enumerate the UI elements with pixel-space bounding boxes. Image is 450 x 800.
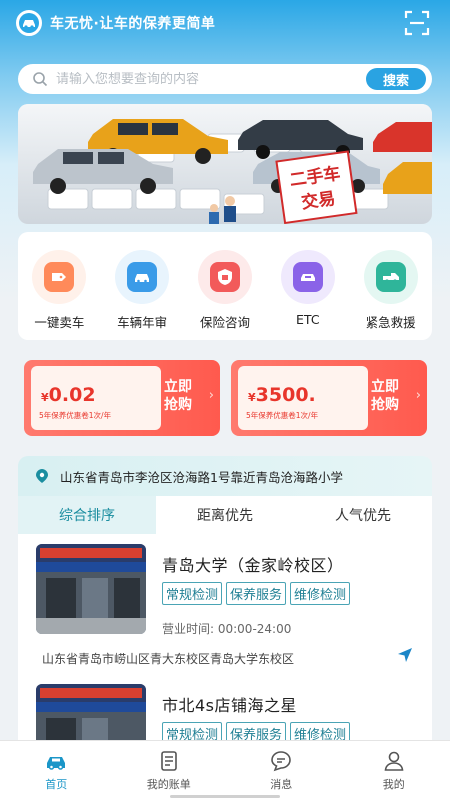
- nav-home[interactable]: 首页: [0, 741, 113, 800]
- service-etc[interactable]: ETC: [271, 250, 345, 340]
- coupon-desc: 5年保养优惠卷1次/年: [246, 411, 319, 420]
- service-insurance[interactable]: 保险咨询: [188, 250, 262, 340]
- shop-name: 市北4s店铺海之星: [162, 696, 298, 715]
- shop-hours: 营业时间: 00:00-24:00: [162, 622, 292, 636]
- service-label: 车辆年审: [117, 315, 168, 330]
- shop-tag: 保养服务: [226, 722, 287, 740]
- search-input[interactable]: [56, 71, 316, 87]
- service-label: 保险咨询: [199, 315, 250, 330]
- service-grid: 一键卖车 车辆年审 保险咨询 ETC 紧急救援: [18, 232, 432, 340]
- nav-label: 消息: [270, 778, 293, 791]
- service-rescue[interactable]: 紧急救援: [354, 250, 428, 340]
- shop-tag: 维修检测: [290, 722, 351, 740]
- service-car-inspection[interactable]: 车辆年审: [105, 250, 179, 340]
- coupon-desc: 5年保养优惠卷1次/年: [39, 411, 112, 420]
- shop-card[interactable]: 市北4s店铺海之星 常规检测 保养服务 维修检测: [18, 674, 432, 740]
- service-sell-car[interactable]: 一键卖车: [22, 250, 96, 340]
- shop-image: [36, 684, 146, 740]
- sort-tabs: 综合排序 距离优先 人气优先: [18, 496, 432, 534]
- search-icon: [33, 72, 48, 87]
- nav-label: 我的: [382, 778, 405, 791]
- car-logo-icon: [16, 10, 42, 36]
- tab-overall[interactable]: 综合排序: [18, 496, 156, 534]
- nav-label: 首页: [45, 778, 68, 791]
- scan-icon[interactable]: [404, 10, 430, 36]
- app-title: 车无忧·让车的保养更简单: [50, 16, 216, 32]
- location-bar[interactable]: 山东省青岛市李沧区沧海路1号靠近青岛沧海路小学: [18, 456, 432, 496]
- promo-banner[interactable]: 二手车 交易: [18, 104, 432, 224]
- coupon-card[interactable]: ¥0.02 5年保养优惠卷1次/年 立即抢购 ›: [24, 360, 220, 436]
- shop-tag: 常规检测: [162, 722, 223, 740]
- shop-tags: 常规检测 保养服务 维修检测: [162, 582, 351, 605]
- nav-messages[interactable]: 消息: [225, 741, 338, 800]
- tab-popularity[interactable]: 人气优先: [294, 496, 432, 534]
- home-icon: [47, 757, 66, 770]
- shop-tag: 常规检测: [162, 582, 223, 605]
- location-text: 山东省青岛市李沧区沧海路1号靠近青岛沧海路小学: [60, 469, 343, 485]
- home-indicator: [170, 795, 280, 798]
- shop-tags: 常规检测 保养服务 维修检测: [162, 722, 351, 740]
- nav-bills[interactable]: 我的账单: [113, 741, 226, 800]
- bottom-nav: 首页 我的账单 消息 我的: [0, 740, 450, 800]
- nav-profile[interactable]: 我的: [338, 741, 450, 800]
- nav-label: 我的账单: [146, 778, 191, 791]
- sell-car-icon: [32, 250, 87, 304]
- coupon-price: ¥3500.: [248, 384, 316, 406]
- location-pin-icon: [36, 469, 48, 483]
- navigate-icon[interactable]: [396, 646, 414, 664]
- coupon-buy-button[interactable]: 立即抢购: [164, 378, 204, 414]
- shop-tag: 维修检测: [290, 582, 351, 605]
- coupon-buy-button[interactable]: 立即抢购: [371, 378, 411, 414]
- app-header: 车无忧·让车的保养更简单: [0, 0, 450, 46]
- shop-tag: 保养服务: [226, 582, 287, 605]
- tab-distance[interactable]: 距离优先: [156, 496, 294, 534]
- bill-icon: [160, 751, 177, 771]
- shop-card[interactable]: 青岛大学（金家岭校区） 常规检测 保养服务 维修检测 营业时间: 00:00-2…: [18, 534, 432, 674]
- service-label: ETC: [296, 312, 320, 327]
- service-label: 紧急救援: [365, 315, 416, 330]
- chevron-right-icon: ›: [415, 388, 421, 403]
- message-icon: [271, 751, 292, 772]
- shop-address: 山东省青岛市崂山区青大东校区青岛大学东校区: [42, 652, 295, 666]
- shop-name: 青岛大学（金家岭校区）: [162, 556, 344, 575]
- car-inspection-icon: [115, 250, 170, 304]
- coupon-body: ¥0.02 5年保养优惠卷1次/年: [31, 366, 161, 430]
- service-label: 一键卖车: [34, 315, 85, 330]
- coupon-card[interactable]: ¥3500. 5年保养优惠卷1次/年 立即抢购 ›: [231, 360, 427, 436]
- chevron-right-icon: ›: [208, 388, 214, 403]
- etc-icon: [280, 250, 335, 304]
- insurance-icon: [197, 250, 252, 304]
- rescue-icon: [363, 250, 418, 304]
- coupon-price: ¥0.02: [41, 384, 96, 406]
- search-bar: 搜索: [18, 64, 432, 94]
- user-icon: [384, 751, 404, 771]
- search-button[interactable]: 搜索: [366, 68, 426, 90]
- coupon-body: ¥3500. 5年保养优惠卷1次/年: [238, 366, 368, 430]
- shop-image: [36, 544, 146, 634]
